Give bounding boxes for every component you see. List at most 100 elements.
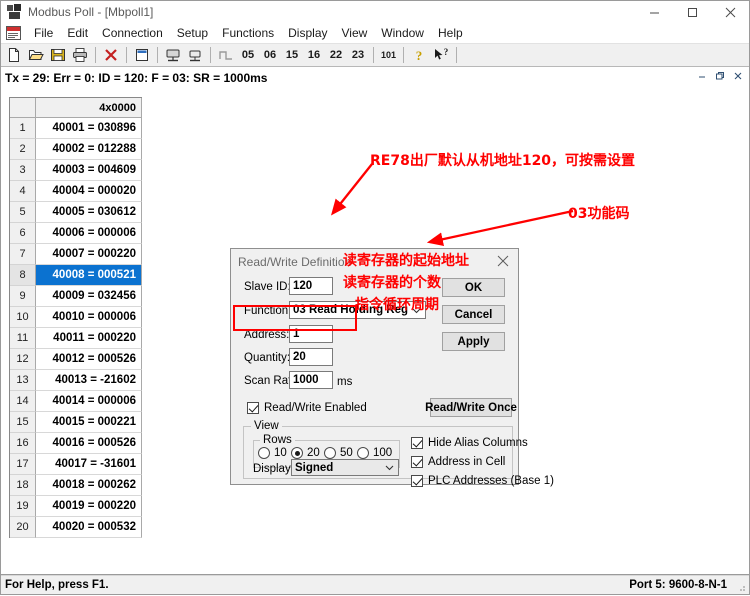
delete-icon[interactable] (100, 45, 122, 65)
function-06-button[interactable]: 06 (259, 49, 281, 61)
resize-grip-icon[interactable] (735, 581, 747, 593)
scan-rate-input[interactable]: 1000 (289, 371, 333, 389)
register-value[interactable]: 40005 = 030612 (36, 202, 142, 223)
register-value[interactable]: 40007 = 000220 (36, 244, 142, 265)
radio-button (258, 447, 270, 459)
register-value[interactable]: 40018 = 000262 (36, 475, 142, 496)
connect-icon[interactable] (162, 45, 184, 65)
row-number: 19 (10, 496, 36, 517)
register-value[interactable]: 40009 = 032456 (36, 286, 142, 307)
table-row[interactable]: 5 40005 = 030612 (10, 202, 142, 223)
rows-radio-100[interactable]: 100 (357, 447, 392, 459)
table-row[interactable]: 19 40019 = 000220 (10, 496, 142, 517)
window-icon[interactable] (131, 45, 153, 65)
table-row[interactable]: 12 40012 = 000526 (10, 349, 142, 370)
table-row[interactable]: 6 40006 = 000006 (10, 223, 142, 244)
table-row[interactable]: 18 40018 = 000262 (10, 475, 142, 496)
function-23-button[interactable]: 23 (347, 49, 369, 61)
menu-item-display[interactable]: Display (281, 25, 334, 41)
table-row[interactable]: 13 40013 = -21602 (10, 370, 142, 391)
minimize-button[interactable] (635, 1, 673, 23)
table-row[interactable]: 7 40007 = 000220 (10, 244, 142, 265)
ok-button[interactable]: OK (442, 278, 505, 297)
table-row[interactable]: 15 40015 = 000221 (10, 412, 142, 433)
row-number: 18 (10, 475, 36, 496)
table-row[interactable]: 4 40004 = 000020 (10, 181, 142, 202)
table-row[interactable]: 10 40010 = 000006 (10, 307, 142, 328)
table-row[interactable]: 20 40020 = 000532 (10, 517, 142, 538)
register-value[interactable]: 40002 = 012288 (36, 139, 142, 160)
register-value[interactable]: 40017 = -31601 (36, 454, 142, 475)
address-in-cell-label: Address in Cell (428, 456, 506, 468)
function-101-button[interactable]: 101 (378, 50, 399, 60)
register-value[interactable]: 40010 = 000006 (36, 307, 142, 328)
register-value[interactable]: 40014 = 000006 (36, 391, 142, 412)
display-select[interactable]: Signed (291, 459, 399, 476)
rows-radio-10[interactable]: 10 (258, 447, 287, 459)
plc-addresses-checkbox[interactable]: PLC Addresses (Base 1) (411, 475, 554, 487)
menu-item-setup[interactable]: Setup (170, 25, 215, 41)
rows-radio-50[interactable]: 50 (324, 447, 353, 459)
table-row[interactable]: 16 40016 = 000526 (10, 433, 142, 454)
close-button[interactable] (711, 1, 749, 23)
slave-id-input[interactable]: 120 (289, 277, 333, 295)
menu-item-view[interactable]: View (335, 25, 375, 41)
rows-radio-20[interactable]: 20 (291, 447, 320, 459)
function-05-button[interactable]: 05 (237, 49, 259, 61)
print-icon[interactable] (69, 45, 91, 65)
table-row[interactable]: 14 40014 = 000006 (10, 391, 142, 412)
mdi-close-button[interactable] (729, 68, 747, 83)
apply-button[interactable]: Apply (442, 332, 505, 351)
hide-alias-columns-checkbox[interactable]: Hide Alias Columns (411, 437, 528, 449)
register-value[interactable]: 40001 = 030896 (36, 118, 142, 139)
menu-item-edit[interactable]: Edit (60, 25, 95, 41)
table-row[interactable]: 9 40009 = 032456 (10, 286, 142, 307)
register-value[interactable]: 40012 = 000526 (36, 349, 142, 370)
menu-item-help[interactable]: Help (431, 25, 470, 41)
pulse-icon[interactable] (215, 45, 237, 65)
annotation-highlight-read-write-enabled (233, 305, 357, 331)
dialog-close-icon[interactable] (491, 251, 515, 271)
register-value[interactable]: 40015 = 000221 (36, 412, 142, 433)
register-value[interactable]: 40019 = 000220 (36, 496, 142, 517)
function-15-button[interactable]: 15 (281, 49, 303, 61)
open-file-icon[interactable] (25, 45, 47, 65)
table-row[interactable]: 2 40002 = 012288 (10, 139, 142, 160)
function-16-button[interactable]: 16 (303, 49, 325, 61)
read-write-once-button[interactable]: Read/Write Once (425, 398, 517, 417)
radio-button (357, 447, 369, 459)
register-value[interactable]: 40003 = 004609 (36, 160, 142, 181)
table-row[interactable]: 3 40003 = 004609 (10, 160, 142, 181)
mdi-restore-button[interactable] (711, 68, 729, 83)
maximize-button[interactable] (673, 1, 711, 23)
mdi-minimize-button[interactable] (693, 68, 711, 83)
disconnect-icon[interactable] (184, 45, 206, 65)
save-icon[interactable] (47, 45, 69, 65)
read-write-enabled-checkbox[interactable]: Read/Write Enabled (247, 402, 367, 414)
register-value[interactable]: 40008 = 000521 (36, 265, 142, 286)
context-help-icon[interactable]: ? (430, 45, 452, 65)
chevron-down-icon (381, 463, 398, 472)
cancel-button[interactable]: Cancel (442, 305, 505, 324)
register-value[interactable]: 40013 = -21602 (36, 370, 142, 391)
register-value[interactable]: 40016 = 000526 (36, 433, 142, 454)
menu-item-functions[interactable]: Functions (215, 25, 281, 41)
menu-item-connection[interactable]: Connection (95, 25, 170, 41)
menu-item-window[interactable]: Window (374, 25, 431, 41)
display-select-value: Signed (295, 461, 334, 474)
address-in-cell-checkbox[interactable]: Address in Cell (411, 456, 505, 468)
register-value[interactable]: 40004 = 000020 (36, 181, 142, 202)
table-row[interactable]: 11 40011 = 000220 (10, 328, 142, 349)
register-value[interactable]: 40011 = 000220 (36, 328, 142, 349)
quantity-input[interactable]: 20 (289, 348, 333, 366)
register-value[interactable]: 40020 = 000532 (36, 517, 142, 538)
table-row[interactable]: 1 40001 = 030896 (10, 118, 142, 139)
table-row-selected[interactable]: 8 40008 = 000521 (10, 265, 142, 286)
toolbar-separator (403, 47, 405, 63)
about-icon[interactable]: ? (408, 45, 430, 65)
register-value[interactable]: 40006 = 000006 (36, 223, 142, 244)
menu-item-file[interactable]: File (27, 25, 60, 41)
new-file-icon[interactable] (3, 45, 25, 65)
table-row[interactable]: 17 40017 = -31601 (10, 454, 142, 475)
function-22-button[interactable]: 22 (325, 49, 347, 61)
